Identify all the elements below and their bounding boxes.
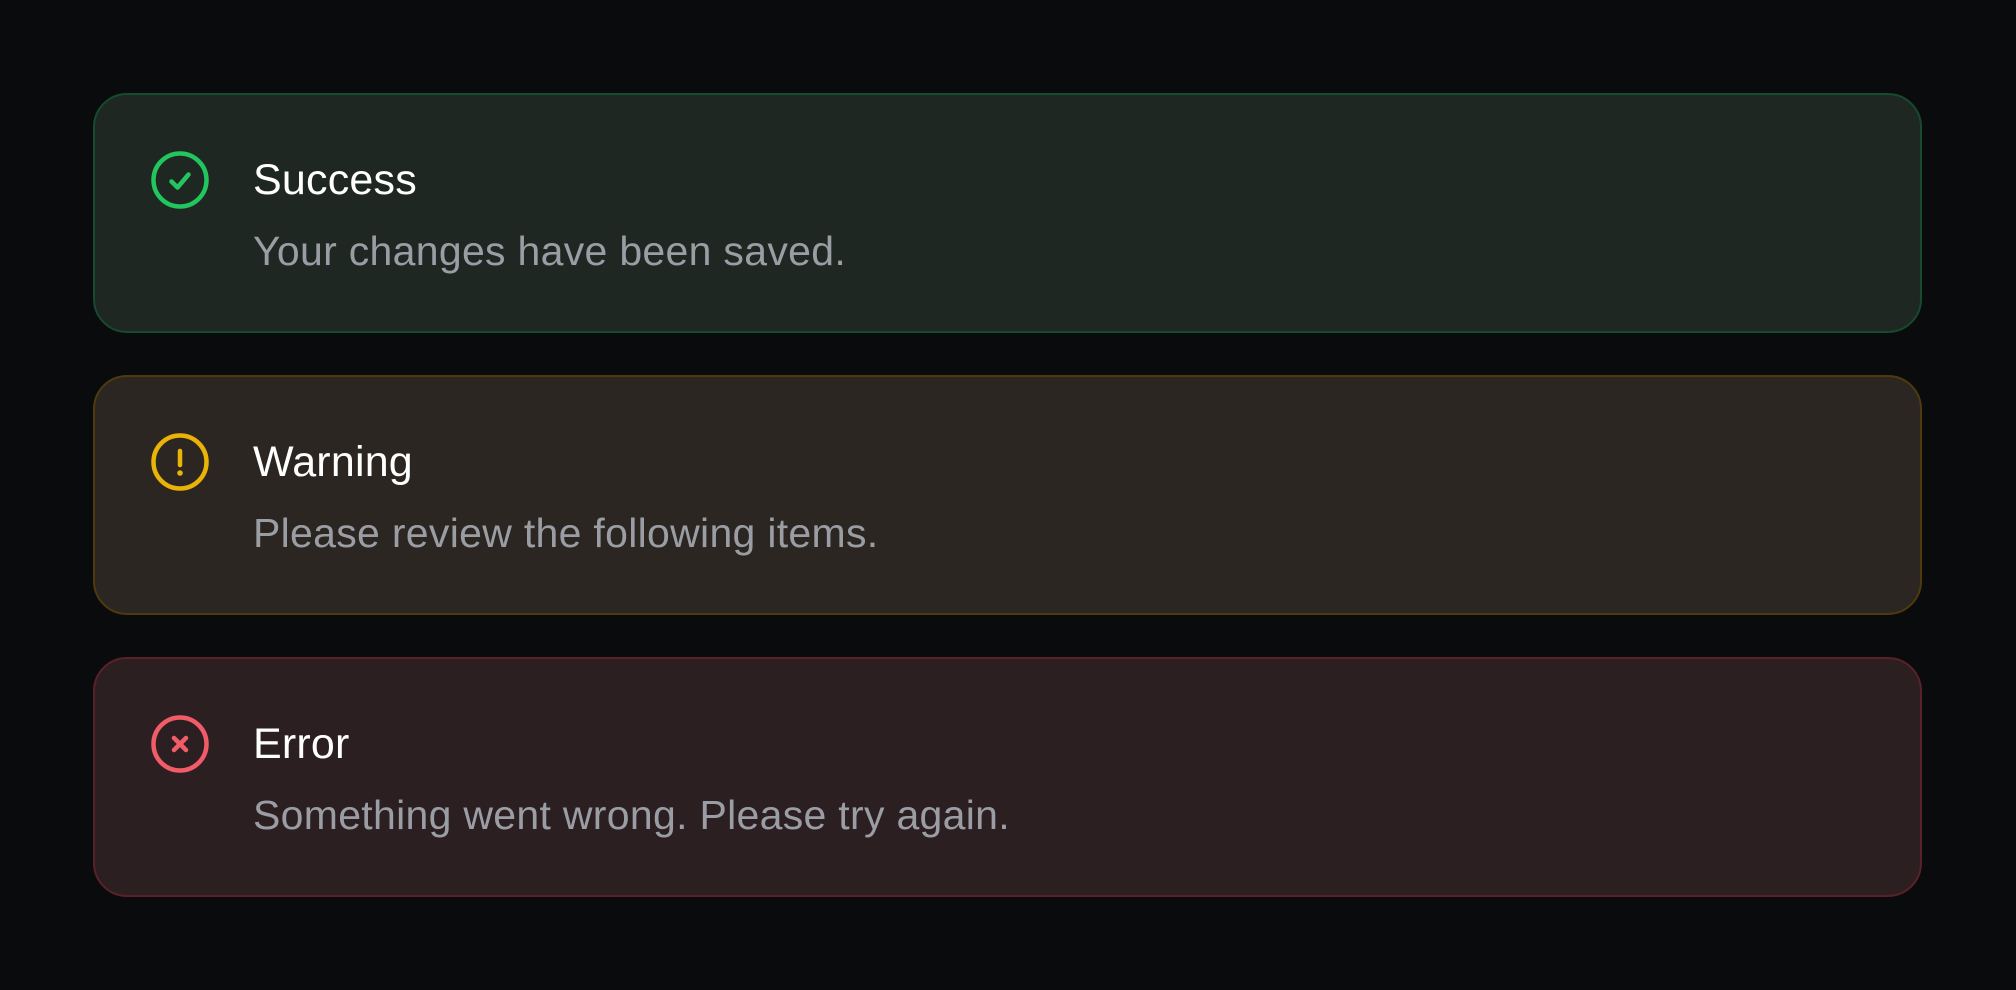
x-circle-icon (150, 714, 210, 774)
alert-error: Error Something went wrong. Please try a… (93, 657, 1922, 897)
alert-warning: Warning Please review the following item… (93, 375, 1922, 615)
alert-title: Warning (253, 438, 413, 486)
alert-list: Success Your changes have been saved. Wa… (93, 93, 1922, 939)
alert-title: Success (253, 156, 417, 204)
check-circle-icon (150, 150, 210, 210)
alert-success: Success Your changes have been saved. (93, 93, 1922, 333)
alert-message: Please review the following items. (253, 510, 879, 556)
alert-message: Something went wrong. Please try again. (253, 792, 1010, 838)
alert-title: Error (253, 720, 350, 768)
alert-message: Your changes have been saved. (253, 228, 847, 274)
exclamation-circle-icon (150, 432, 210, 492)
